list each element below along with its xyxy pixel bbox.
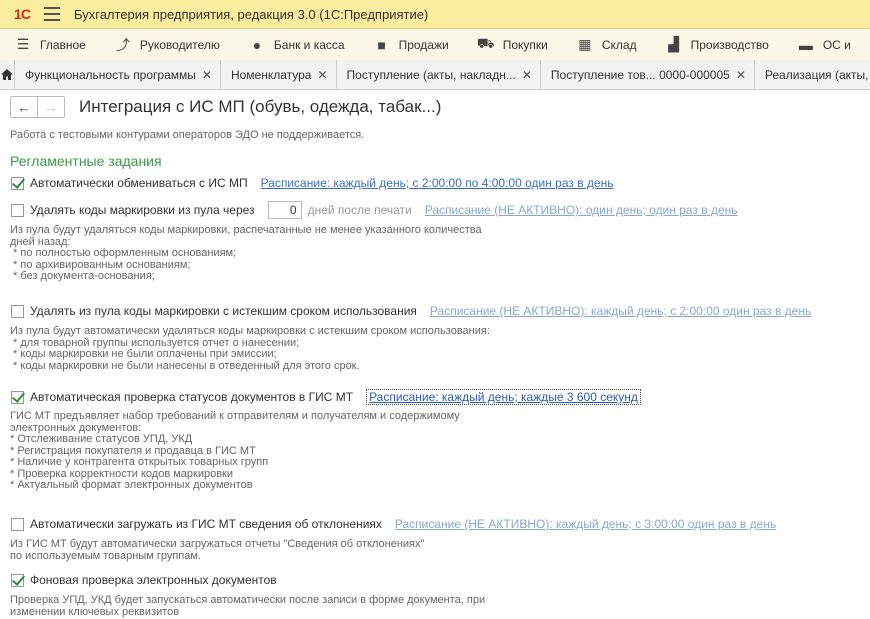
menu-item-label: Склад <box>601 37 637 52</box>
menu-item-label: ОС и <box>822 37 851 52</box>
menu-item-sales[interactable]: ■ Продажи <box>373 36 449 53</box>
delete-codes-row: Удалять коды маркировки из пула через 0 … <box>11 201 738 219</box>
menu-item-purchases[interactable]: ⛟ Покупки <box>476 35 548 53</box>
section-title: Регламентные задания <box>10 153 162 169</box>
menu-item-label: Покупки <box>502 37 548 52</box>
forward-button[interactable]: → <box>37 97 64 117</box>
days-input[interactable]: 0 <box>267 201 302 219</box>
home-icon <box>1 69 13 80</box>
menu-item-label: Главное <box>40 37 86 52</box>
trend-icon: ⤴ <box>115 36 130 53</box>
auto-exchange-label[interactable]: Автоматически обмениваться с ИС МП <box>30 176 248 190</box>
truck-icon: ▬ <box>798 36 813 53</box>
background-check-description: Проверка УПД, УКД будет запускаться авто… <box>10 594 486 618</box>
delete-expired-checkbox[interactable] <box>11 304 24 318</box>
status-check-row: Автоматическая проверка статусов докумен… <box>11 389 641 405</box>
menu-item-label: Производство <box>690 37 769 52</box>
status-check-description: ГИС МТ предъявляет набор требований к от… <box>10 410 460 491</box>
arrow-left-icon: ← <box>17 99 31 115</box>
coin-icon: ● <box>252 36 262 53</box>
open-windows-bar: Функциональность программы ✕ Номенклатура… <box>0 60 870 90</box>
close-icon[interactable]: ✕ <box>202 68 212 82</box>
menu-item-bank[interactable]: ● Банк и касса <box>248 37 345 53</box>
deviations-row: Автоматически загружать из ГИС МТ сведен… <box>11 517 776 531</box>
days-suffix: дней после печати <box>307 203 412 217</box>
navigation-buttons: ← → <box>10 96 65 118</box>
deviations-schedule-link[interactable]: Расписание (НЕ АКТИВНО): каждый день; с … <box>395 517 776 531</box>
status-check-schedule-link[interactable]: Расписание: каждый день; каждые 3 600 се… <box>366 389 641 405</box>
delete-expired-description: Из пула будут автоматически удаляться ко… <box>10 325 490 372</box>
tab-nomenclature[interactable]: Номенклатура ✕ <box>221 60 337 89</box>
delete-codes-description: Из пула будут удаляться коды маркировки,… <box>10 224 482 282</box>
tab-sales[interactable]: Реализация (акты, на <box>755 60 870 89</box>
delete-expired-row: Удалять из пула коды маркировки с истекш… <box>11 304 811 318</box>
background-check-label[interactable]: Фоновая проверка электронных документов <box>30 573 277 587</box>
tab-label: Поступление тов... 0000-000005 <box>550 67 730 82</box>
deviations-checkbox[interactable] <box>11 517 24 531</box>
tab-receipts-list[interactable]: Поступление (акты, накладн... ✕ <box>337 60 541 89</box>
auto-exchange-row: Автоматически обмениваться с ИС МП Распи… <box>11 176 613 190</box>
edo-note: Работа с тестовыми контурами операторов … <box>10 129 365 141</box>
status-check-checkbox[interactable] <box>11 390 24 404</box>
menu-item-main[interactable]: ☰ Главное <box>14 36 86 53</box>
main-menu-icon[interactable] <box>44 7 60 21</box>
auto-exchange-checkbox[interactable] <box>11 176 24 190</box>
warehouse-icon: ▦ <box>578 36 592 52</box>
form-content: Работа с тестовыми контурами операторов … <box>0 124 870 619</box>
menu-item-label: Банк и касса <box>273 37 345 52</box>
form-header: ← → Интеграция с ИС МП (обувь, одежда, т… <box>0 90 870 124</box>
menu-lines-icon: ☰ <box>16 36 30 52</box>
delete-expired-schedule-link[interactable]: Расписание (НЕ АКТИВНО): каждый день; с … <box>430 304 811 318</box>
deviations-description: Из ГИС МТ будут автоматически загружатьс… <box>10 538 425 562</box>
tab-label: Поступление (акты, накладн... <box>346 67 516 82</box>
logo-text: 1С <box>14 6 31 22</box>
deviations-label[interactable]: Автоматически загружать из ГИС МТ сведен… <box>30 517 382 531</box>
status-check-label[interactable]: Автоматическая проверка статусов докумен… <box>30 390 353 404</box>
home-tab[interactable] <box>0 60 15 89</box>
delete-expired-label[interactable]: Удалять из пула коды маркировки с истекш… <box>30 304 417 318</box>
sections-menu: ☰ Главное ⤴ Руководителю ● Банк и касса … <box>0 29 870 61</box>
tab-receipt-document[interactable]: Поступление тов... 0000-000005 ✕ <box>541 60 755 89</box>
close-icon[interactable]: ✕ <box>736 68 746 82</box>
cart-icon: ⛟ <box>476 35 495 51</box>
background-check-row: Фоновая проверка электронных документов <box>11 573 277 587</box>
factory-icon: ▟ <box>668 36 679 52</box>
tab-label: Функциональность программы <box>25 67 196 82</box>
menu-item-label: Руководителю <box>139 37 220 52</box>
title-bar: 1С Бухгалтерия предприятия, редакция 3.0… <box>0 0 870 29</box>
close-icon[interactable]: ✕ <box>317 68 327 82</box>
auto-exchange-schedule-link[interactable]: Расписание: каждый день; с 2:00:00 по 4:… <box>261 176 614 190</box>
bag-icon: ■ <box>377 36 386 53</box>
background-check-checkbox[interactable] <box>11 573 24 587</box>
arrow-right-icon: → <box>44 99 58 115</box>
back-button[interactable]: ← <box>11 97 37 117</box>
menu-item-manager[interactable]: ⤴ Руководителю <box>114 37 220 53</box>
menu-item-fixed-assets[interactable]: ▬ ОС и <box>797 37 851 53</box>
menu-item-production[interactable]: ▟ Производство <box>665 36 769 53</box>
delete-codes-schedule-link[interactable]: Расписание (НЕ АКТИВНО): один день; один… <box>425 203 738 217</box>
1c-logo: 1С <box>8 6 36 22</box>
menu-item-warehouse[interactable]: ▦ Склад <box>576 36 637 53</box>
menu-item-label: Продажи <box>398 37 449 52</box>
delete-codes-checkbox[interactable] <box>11 203 24 217</box>
tab-label: Реализация (акты, на <box>764 67 870 82</box>
page-title: Интеграция с ИС МП (обувь, одежда, табак… <box>79 97 442 116</box>
tab-functionality[interactable]: Функциональность программы ✕ <box>15 60 221 89</box>
delete-codes-label[interactable]: Удалять коды маркировки из пула через <box>30 203 255 217</box>
close-icon[interactable]: ✕ <box>522 68 532 82</box>
tab-label: Номенклатура <box>230 67 312 82</box>
app-title: Бухгалтерия предприятия, редакция 3.0 (1… <box>74 6 429 22</box>
